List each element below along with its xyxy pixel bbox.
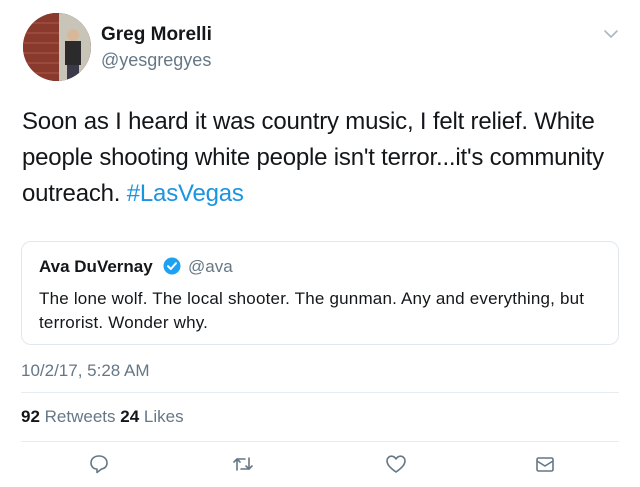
quoted-author-name: Ava DuVernay	[39, 257, 153, 276]
retweets-label[interactable]: Retweets	[45, 407, 116, 426]
quoted-tweet[interactable]: Ava DuVernay @ava The lone wolf. The loc…	[21, 241, 619, 345]
retweet-button[interactable]	[228, 449, 258, 479]
action-bar	[0, 449, 640, 479]
likes-count[interactable]: 24	[120, 407, 139, 426]
heart-icon	[386, 455, 406, 473]
engagement-stats: 92 Retweets 24 Likes	[21, 407, 184, 427]
reply-icon	[90, 455, 108, 474]
author-handle[interactable]: @yesgregyes	[101, 50, 211, 71]
divider	[21, 392, 619, 393]
timestamp[interactable]: 10/2/17, 5:28 AM	[21, 361, 150, 381]
verified-badge-icon	[163, 257, 181, 275]
avatar[interactable]	[23, 13, 91, 81]
chevron-down-icon[interactable]	[603, 28, 619, 40]
retweets-count[interactable]: 92	[21, 407, 40, 426]
hashtag-link[interactable]: #LasVegas	[127, 180, 244, 207]
author-name[interactable]: Greg Morelli	[101, 24, 212, 46]
reply-button[interactable]	[84, 449, 114, 479]
likes-label[interactable]: Likes	[144, 407, 184, 426]
quoted-author-handle: @ava	[188, 257, 233, 276]
tweet-body: Soon as I heard it was country music, I …	[22, 108, 604, 207]
direct-message-button[interactable]	[530, 449, 560, 479]
retweet-icon	[233, 457, 253, 471]
quoted-text: The lone wolf. The local shooter. The gu…	[39, 289, 585, 332]
tweet-text: Soon as I heard it was country music, I …	[22, 104, 622, 212]
divider	[21, 441, 619, 442]
like-button[interactable]	[381, 449, 411, 479]
envelope-icon	[536, 457, 554, 472]
